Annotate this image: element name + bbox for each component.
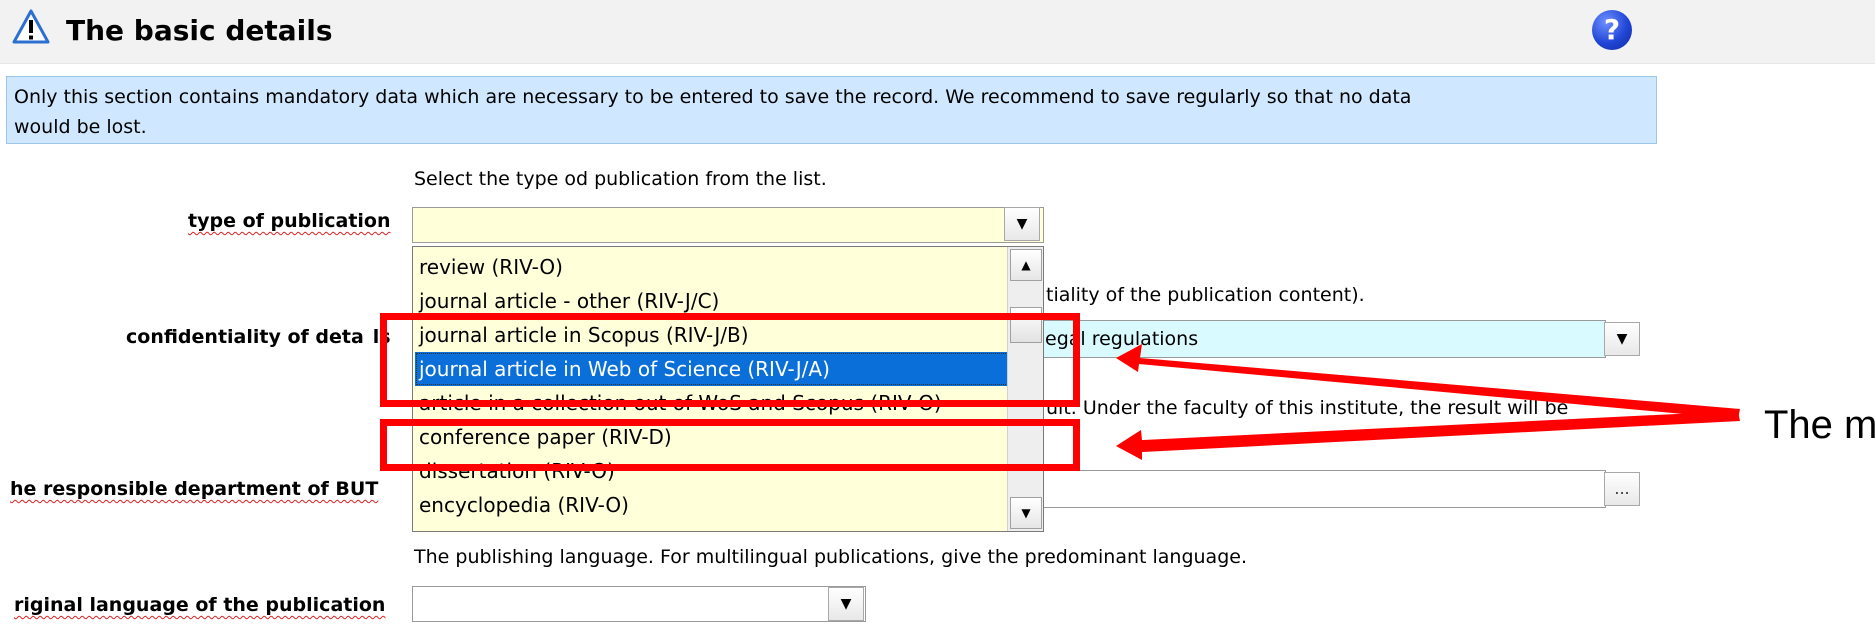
annotation-arrows <box>1116 344 1740 460</box>
annotation-label: The m <box>1764 403 1875 447</box>
annotation-arrow-upper <box>1116 344 1740 419</box>
annotation-arrow-lower <box>1116 411 1740 460</box>
